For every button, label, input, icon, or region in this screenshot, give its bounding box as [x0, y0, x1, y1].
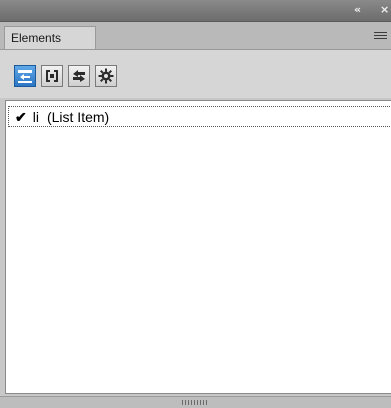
select-parent-button[interactable]: [14, 65, 36, 87]
elements-list-panel: ✔ li (List Item): [5, 100, 391, 394]
resize-bar: [0, 396, 391, 408]
list-item[interactable]: ✔ li (List Item): [8, 106, 391, 127]
toolbar: [0, 50, 391, 98]
panel-menu-icon[interactable]: [374, 32, 387, 41]
element-tag: li: [32, 109, 39, 125]
panel-title-bar: « ×: [0, 0, 391, 22]
tab-row: Elements: [0, 22, 391, 50]
select-element-button[interactable]: [41, 65, 63, 87]
tab-elements[interactable]: Elements: [4, 26, 96, 49]
collapse-icon[interactable]: «: [354, 4, 361, 16]
select-parent-icon: [18, 70, 32, 83]
settings-button[interactable]: [95, 65, 117, 87]
gear-icon: [98, 68, 114, 84]
check-icon: ✔: [15, 109, 27, 125]
element-label: (List Item): [46, 109, 110, 125]
select-element-icon: [46, 70, 58, 82]
swap-icon: [73, 70, 85, 82]
resize-grip-icon[interactable]: [182, 400, 208, 405]
close-icon[interactable]: ×: [380, 4, 389, 16]
swap-button[interactable]: [68, 65, 90, 87]
